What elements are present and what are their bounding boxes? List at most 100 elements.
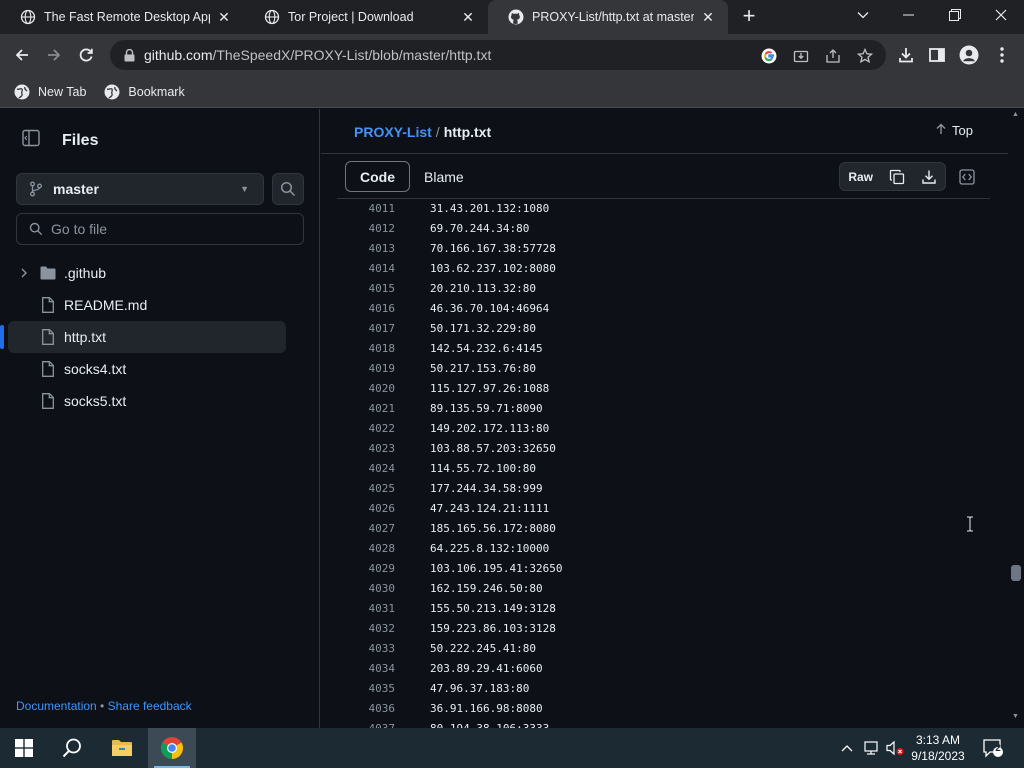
chrome-taskbar-button[interactable] — [148, 728, 196, 768]
line-number[interactable]: 4022 — [337, 419, 396, 439]
collapse-sidebar-icon[interactable] — [22, 129, 40, 152]
chrome-menu-icon[interactable] — [991, 44, 1013, 66]
code-line[interactable]: 4018 142.54.232.6:4145 — [337, 339, 990, 359]
line-number[interactable]: 4021 — [337, 399, 396, 419]
code-line[interactable]: 4023 103.88.57.203:32650 — [337, 439, 990, 459]
go-to-file-input[interactable] — [51, 221, 291, 237]
code-line[interactable]: 4035 47.96.37.183:80 — [337, 679, 990, 699]
share-icon[interactable] — [824, 47, 842, 65]
line-number[interactable]: 4029 — [337, 559, 396, 579]
line-number[interactable]: 4037 — [337, 719, 396, 728]
scrollbar-thumb[interactable] — [1011, 565, 1021, 581]
code-line[interactable]: 4012 69.70.244.34:80 — [337, 219, 990, 239]
code-line[interactable]: 4037 80.194.38.106:3333 — [337, 719, 990, 728]
line-number[interactable]: 4032 — [337, 619, 396, 639]
scroll-up-icon[interactable]: ▲ — [1012, 111, 1019, 118]
scroll-down-icon[interactable]: ▼ — [1012, 713, 1019, 720]
tab-tor-project[interactable]: Tor Project | Download ✕ — [244, 0, 488, 34]
code-line[interactable]: 4028 64.225.8.132:10000 — [337, 539, 990, 559]
raw-button[interactable]: Raw — [840, 163, 881, 190]
new-tab-button[interactable]: + — [738, 5, 760, 27]
code-line[interactable]: 4036 36.91.166.98:8080 — [337, 699, 990, 719]
line-number[interactable]: 4034 — [337, 659, 396, 679]
breadcrumb-repo-link[interactable]: PROXY-List — [354, 124, 432, 140]
tree-item-socks5[interactable]: socks5.txt — [0, 385, 320, 417]
code-line[interactable]: 4032 159.223.86.103:3128 — [337, 619, 990, 639]
code-line[interactable]: 4031 155.50.213.149:3128 — [337, 599, 990, 619]
line-number[interactable]: 4028 — [337, 539, 396, 559]
code-line[interactable]: 4017 50.171.32.229:80 — [337, 319, 990, 339]
lock-icon[interactable] — [122, 48, 136, 62]
line-number[interactable]: 4036 — [337, 699, 396, 719]
line-number[interactable]: 4035 — [337, 679, 396, 699]
branch-selector[interactable]: master ▼ — [16, 173, 264, 205]
chevron-right-icon[interactable] — [18, 268, 30, 278]
bookmark-second[interactable]: Bookmark — [104, 84, 185, 100]
tree-item-socks4[interactable]: socks4.txt — [0, 353, 320, 385]
system-clock[interactable]: 3:13 AM 9/18/2023 — [900, 732, 976, 764]
side-panel-icon[interactable] — [926, 44, 948, 66]
code-line[interactable]: 4016 46.36.70.104:46964 — [337, 299, 990, 319]
close-icon[interactable]: ✕ — [700, 9, 716, 26]
code-line[interactable]: 4029 103.106.195.41:32650 — [337, 559, 990, 579]
line-number[interactable]: 4019 — [337, 359, 396, 379]
copy-raw-button[interactable] — [881, 163, 913, 190]
code-line[interactable]: 4020 115.127.97.26:1088 — [337, 379, 990, 399]
code-line[interactable]: 4033 50.222.245.41:80 — [337, 639, 990, 659]
line-number[interactable]: 4030 — [337, 579, 396, 599]
line-number[interactable]: 4023 — [337, 439, 396, 459]
code-line[interactable]: 4026 47.243.124.21:1111 — [337, 499, 990, 519]
line-number[interactable]: 4013 — [337, 239, 396, 259]
line-number[interactable]: 4033 — [337, 639, 396, 659]
forward-button[interactable] — [42, 43, 66, 67]
code-lines[interactable]: 4011 31.43.201.132:1080 4012 69.70.244.34:8… — [337, 199, 990, 728]
tab-search-icon[interactable] — [840, 0, 886, 30]
code-line[interactable]: 4024 114.55.72.100:80 — [337, 459, 990, 479]
line-number[interactable]: 4018 — [337, 339, 396, 359]
file-explorer-button[interactable] — [98, 728, 146, 768]
line-number[interactable]: 4031 — [337, 599, 396, 619]
notifications-button[interactable]: 2 — [980, 728, 1006, 768]
code-line[interactable]: 4030 162.159.246.50:80 — [337, 579, 990, 599]
code-line[interactable]: 4013 70.166.167.38:57728 — [337, 239, 990, 259]
page-scrollbar[interactable]: ▲ ▼ — [1008, 109, 1024, 728]
back-button[interactable] — [10, 43, 34, 67]
taskbar-search-button[interactable] — [48, 728, 96, 768]
network-button[interactable] — [860, 728, 882, 768]
code-line[interactable]: 4022 149.202.172.113:80 — [337, 419, 990, 439]
tab-remote-desktop[interactable]: The Fast Remote Desktop Applic ✕ — [0, 0, 244, 34]
line-number[interactable]: 4020 — [337, 379, 396, 399]
minimize-button[interactable] — [886, 0, 932, 30]
tree-item-http-txt[interactable]: http.txt — [0, 321, 286, 353]
line-number[interactable]: 4012 — [337, 219, 396, 239]
install-app-icon[interactable] — [792, 47, 810, 65]
profile-avatar-icon[interactable] — [958, 44, 980, 66]
search-button[interactable] — [272, 173, 304, 205]
code-line[interactable]: 4025 177.244.34.58:999 — [337, 479, 990, 499]
line-number[interactable]: 4014 — [337, 259, 396, 279]
documentation-link[interactable]: Documentation — [16, 699, 97, 713]
line-number[interactable]: 4024 — [337, 459, 396, 479]
go-to-file-field[interactable] — [16, 213, 304, 245]
line-number[interactable]: 4015 — [337, 279, 396, 299]
address-bar[interactable]: github.com/TheSpeedX/PROXY-List/blob/mas… — [110, 40, 886, 70]
show-hidden-icons-button[interactable] — [838, 728, 856, 768]
code-line[interactable]: 4011 31.43.201.132:1080 — [337, 199, 990, 219]
line-number[interactable]: 4016 — [337, 299, 396, 319]
code-line[interactable]: 4034 203.89.29.41:6060 — [337, 659, 990, 679]
tab-blame[interactable]: Blame — [410, 161, 478, 192]
bookmark-star-icon[interactable] — [856, 47, 874, 65]
google-icon[interactable] — [760, 47, 778, 65]
bookmark-new-tab[interactable]: New Tab — [14, 84, 86, 100]
line-number[interactable]: 4011 — [337, 199, 396, 219]
line-number[interactable]: 4027 — [337, 519, 396, 539]
line-number[interactable]: 4026 — [337, 499, 396, 519]
code-line[interactable]: 4027 185.165.56.172:8080 — [337, 519, 990, 539]
tab-code[interactable]: Code — [345, 161, 410, 192]
downloads-icon[interactable] — [895, 44, 917, 66]
line-number[interactable]: 4025 — [337, 479, 396, 499]
url-text[interactable]: github.com/TheSpeedX/PROXY-List/blob/mas… — [144, 47, 491, 63]
close-icon[interactable]: ✕ — [460, 9, 476, 26]
tab-github-proxy-list[interactable]: PROXY-List/http.txt at master · Th ✕ — [488, 0, 728, 34]
code-line[interactable]: 4015 20.210.113.32:80 — [337, 279, 990, 299]
